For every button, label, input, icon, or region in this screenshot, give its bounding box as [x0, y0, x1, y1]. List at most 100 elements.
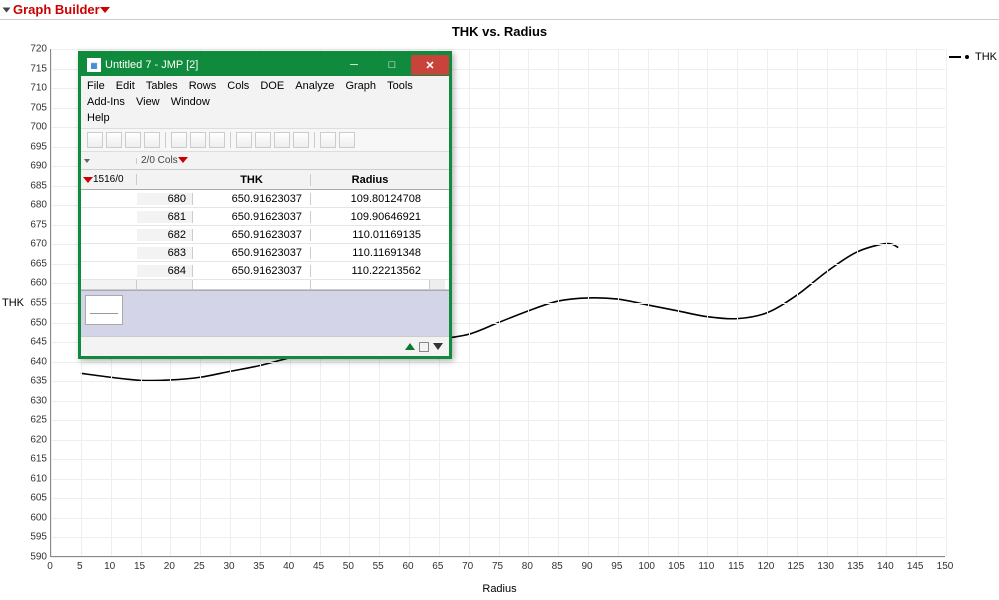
cell-radius[interactable]: 110.22213562	[311, 265, 429, 277]
menu-bar: File Edit Tables Rows Cols DOE Analyze G…	[81, 76, 449, 129]
window-close-button[interactable]: ✕	[411, 55, 449, 75]
jmp-app-icon: ▦	[87, 58, 101, 72]
chart-title: THK vs. Radius	[0, 20, 999, 41]
menu-view[interactable]: View	[136, 94, 160, 110]
y-tick: 675	[5, 219, 47, 230]
nav-home-icon[interactable]	[419, 342, 429, 352]
status-bar	[81, 336, 449, 356]
legend[interactable]: THK	[949, 51, 997, 63]
menu-graph[interactable]: Graph	[345, 78, 376, 94]
x-tick: 20	[164, 561, 175, 572]
toolbar-icon[interactable]	[171, 132, 187, 148]
menu-window[interactable]: Window	[171, 94, 210, 110]
toolbar-icon[interactable]	[144, 132, 160, 148]
nav-up-icon[interactable]	[405, 343, 415, 350]
x-tick: 145	[907, 561, 924, 572]
cell-radius[interactable]: 109.90646921	[311, 211, 429, 223]
x-tick: 10	[104, 561, 115, 572]
x-tick: 150	[937, 561, 954, 572]
menu-analyze[interactable]: Analyze	[295, 78, 334, 94]
column-header-radius[interactable]: Radius	[311, 174, 429, 186]
x-tick: 95	[611, 561, 622, 572]
toolbar-icon[interactable]	[293, 132, 309, 148]
menu-rows[interactable]: Rows	[189, 78, 217, 94]
menu-edit[interactable]: Edit	[116, 78, 135, 94]
red-triangle-menu-icon[interactable]	[100, 7, 110, 13]
toolbar-icon[interactable]	[274, 132, 290, 148]
x-tick: 120	[758, 561, 775, 572]
disclosure-icon[interactable]	[3, 7, 11, 12]
cell-radius[interactable]: 109.80124708	[311, 193, 429, 205]
x-axis-label: Radius	[482, 583, 516, 595]
x-tick: 0	[47, 561, 53, 572]
rows-summary: 1516/0	[93, 174, 124, 185]
toolbar-icon[interactable]	[190, 132, 206, 148]
toolbar-icon[interactable]	[209, 132, 225, 148]
toolbar	[81, 129, 449, 152]
red-triangle-icon[interactable]	[178, 157, 188, 163]
menu-tables[interactable]: Tables	[146, 78, 178, 94]
y-tick: 630	[5, 395, 47, 406]
row-number: 680	[137, 193, 193, 205]
y-tick: 590	[5, 552, 47, 563]
y-tick: 665	[5, 258, 47, 269]
x-tick: 140	[877, 561, 894, 572]
toolbar-icon[interactable]	[87, 132, 103, 148]
legend-label: THK	[975, 51, 997, 63]
y-tick: 700	[5, 122, 47, 133]
disclosure-icon[interactable]	[84, 159, 90, 163]
toolbar-icon[interactable]	[320, 132, 336, 148]
cell-thk[interactable]: 650.91623037	[193, 211, 311, 223]
table-row[interactable]: 680650.91623037109.80124708	[81, 190, 449, 208]
cell-radius[interactable]: 110.01169135	[311, 229, 429, 241]
jmp-data-window[interactable]: ▦ Untitled 7 - JMP [2] ─ □ ✕ File Edit T…	[78, 51, 452, 359]
y-tick: 635	[5, 376, 47, 387]
x-tick: 100	[638, 561, 655, 572]
toolbar-icon[interactable]	[125, 132, 141, 148]
window-maximize-button[interactable]: □	[373, 55, 411, 75]
table-row[interactable]: 681650.91623037109.90646921	[81, 208, 449, 226]
y-tick: 595	[5, 532, 47, 543]
x-tick: 130	[817, 561, 834, 572]
y-tick: 625	[5, 415, 47, 426]
toolbar-icon[interactable]	[236, 132, 252, 148]
y-tick: 695	[5, 141, 47, 152]
menu-help[interactable]: Help	[87, 110, 110, 126]
x-tick: 45	[313, 561, 324, 572]
y-tick: 720	[5, 44, 47, 55]
cell-thk[interactable]: 650.91623037	[193, 229, 311, 241]
toolbar-icon[interactable]	[255, 132, 271, 148]
window-minimize-button[interactable]: ─	[335, 55, 373, 75]
menu-cols[interactable]: Cols	[227, 78, 249, 94]
table-row[interactable]: 682650.91623037110.01169135	[81, 226, 449, 244]
menu-file[interactable]: File	[87, 78, 105, 94]
x-tick: 40	[283, 561, 294, 572]
table-header: 1516/0 THK Radius	[81, 170, 449, 190]
nav-down-icon[interactable]	[433, 343, 443, 350]
menu-doe[interactable]: DOE	[260, 78, 284, 94]
y-tick: 705	[5, 102, 47, 113]
cell-radius[interactable]: 110.11691348	[311, 247, 429, 259]
y-tick: 685	[5, 180, 47, 191]
x-tick: 135	[847, 561, 864, 572]
toolbar-icon[interactable]	[106, 132, 122, 148]
x-tick: 70	[462, 561, 473, 572]
row-number: 683	[137, 247, 193, 259]
window-titlebar[interactable]: ▦ Untitled 7 - JMP [2] ─ □ ✕	[81, 54, 449, 76]
x-tick: 5	[77, 561, 83, 572]
column-header-thk[interactable]: THK	[193, 174, 311, 186]
table-row[interactable]: 683650.91623037110.11691348	[81, 244, 449, 262]
red-triangle-icon[interactable]	[83, 177, 93, 183]
y-tick: 600	[5, 512, 47, 523]
chart-thumbnail[interactable]	[85, 295, 123, 325]
table-row[interactable]: 684650.91623037110.22213562	[81, 262, 449, 280]
y-tick: 615	[5, 454, 47, 465]
menu-tools[interactable]: Tools	[387, 78, 413, 94]
cell-thk[interactable]: 650.91623037	[193, 193, 311, 205]
menu-addins[interactable]: Add-Ins	[87, 94, 125, 110]
y-tick: 645	[5, 337, 47, 348]
toolbar-icon[interactable]	[339, 132, 355, 148]
cell-thk[interactable]: 650.91623037	[193, 247, 311, 259]
panel-title: Graph Builder	[13, 2, 100, 17]
cell-thk[interactable]: 650.91623037	[193, 265, 311, 277]
